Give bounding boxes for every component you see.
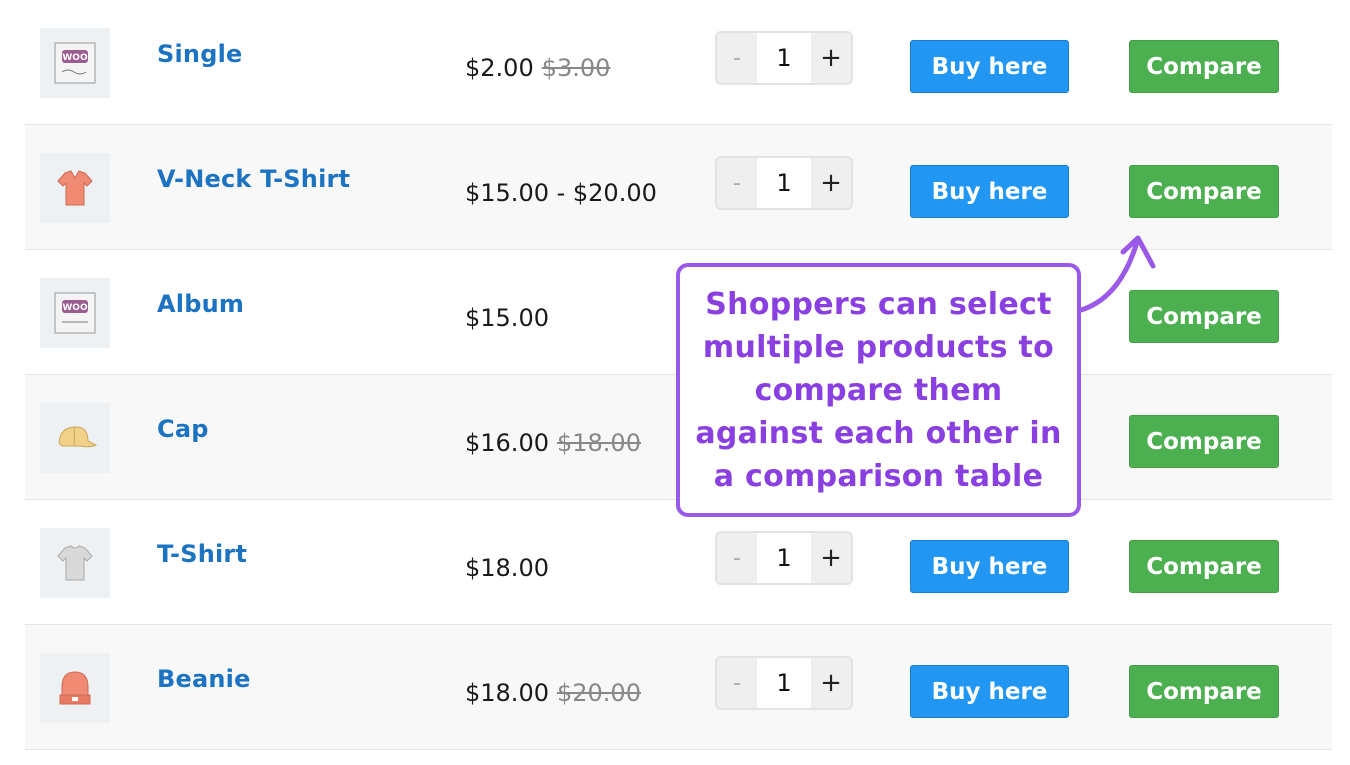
old-price: $20.00: [556, 679, 641, 707]
compare-button[interactable]: Compare: [1129, 540, 1279, 593]
qty-value-input[interactable]: 1: [757, 33, 811, 83]
qty-plus-button[interactable]: +: [811, 658, 851, 708]
old-price: $18.00: [556, 429, 641, 457]
svg-text:WOO: WOO: [62, 303, 88, 313]
table-row: WOO Single $2.00 $3.00 - 1 + Buy here Com…: [25, 0, 1332, 125]
buy-here-button[interactable]: Buy here: [910, 40, 1069, 93]
product-name-link[interactable]: Album: [157, 290, 244, 318]
compare-button[interactable]: Compare: [1129, 165, 1279, 218]
callout-box: Shoppers can select multiple products to…: [676, 263, 1081, 517]
svg-text:WOO: WOO: [62, 53, 88, 63]
current-price: $15.00: [465, 304, 549, 332]
woo-album-icon[interactable]: WOO: [40, 278, 110, 348]
product-name-link[interactable]: V-Neck T-Shirt: [157, 165, 350, 193]
product-price: $16.00 $18.00: [465, 429, 641, 457]
qty-value-input[interactable]: 1: [757, 158, 811, 208]
qty-plus-button[interactable]: +: [811, 33, 851, 83]
vneck-shirt-icon[interactable]: [40, 153, 110, 223]
product-name-link[interactable]: Cap: [157, 415, 209, 443]
current-price: $18.00: [465, 679, 549, 707]
callout-text: Shoppers can select multiple products to…: [695, 286, 1062, 494]
quantity-stepper: - 1 +: [715, 656, 853, 710]
compare-button[interactable]: Compare: [1129, 415, 1279, 468]
buy-here-button[interactable]: Buy here: [910, 540, 1069, 593]
tshirt-icon[interactable]: [40, 528, 110, 598]
buy-here-button[interactable]: Buy here: [910, 665, 1069, 718]
current-price: $16.00: [465, 429, 549, 457]
current-price: $2.00: [465, 54, 534, 82]
qty-minus-button[interactable]: -: [717, 33, 757, 83]
cap-icon[interactable]: [40, 403, 110, 473]
product-price: $15.00: [465, 304, 549, 332]
product-name-link[interactable]: Single: [157, 40, 242, 68]
buy-here-button[interactable]: Buy here: [910, 165, 1069, 218]
compare-button[interactable]: Compare: [1129, 665, 1279, 718]
old-price: $3.00: [541, 54, 611, 82]
table-row: T-Shirt $18.00 - 1 + Buy here Compare: [25, 500, 1332, 625]
current-price: $15.00 - $20.00: [465, 179, 657, 207]
beanie-icon[interactable]: [40, 653, 110, 723]
qty-value-input[interactable]: 1: [757, 533, 811, 583]
woo-single-icon[interactable]: WOO: [40, 28, 110, 98]
qty-plus-button[interactable]: +: [811, 533, 851, 583]
quantity-stepper: - 1 +: [715, 156, 853, 210]
qty-minus-button[interactable]: -: [717, 533, 757, 583]
qty-minus-button[interactable]: -: [717, 658, 757, 708]
product-price: $18.00: [465, 554, 549, 582]
product-name-link[interactable]: Beanie: [157, 665, 251, 693]
product-price: $15.00 - $20.00: [465, 179, 657, 207]
qty-minus-button[interactable]: -: [717, 158, 757, 208]
compare-button[interactable]: Compare: [1129, 40, 1279, 93]
table-row: Beanie $18.00 $20.00 - 1 + Buy here Compa…: [25, 625, 1332, 750]
quantity-stepper: - 1 +: [715, 31, 853, 85]
quantity-stepper: - 1 +: [715, 531, 853, 585]
product-name-link[interactable]: T-Shirt: [157, 540, 247, 568]
product-price: $2.00 $3.00: [465, 54, 610, 82]
current-price: $18.00: [465, 554, 549, 582]
callout-arrow-icon: [1078, 235, 1156, 313]
qty-plus-button[interactable]: +: [811, 158, 851, 208]
product-price: $18.00 $20.00: [465, 679, 641, 707]
qty-value-input[interactable]: 1: [757, 658, 811, 708]
